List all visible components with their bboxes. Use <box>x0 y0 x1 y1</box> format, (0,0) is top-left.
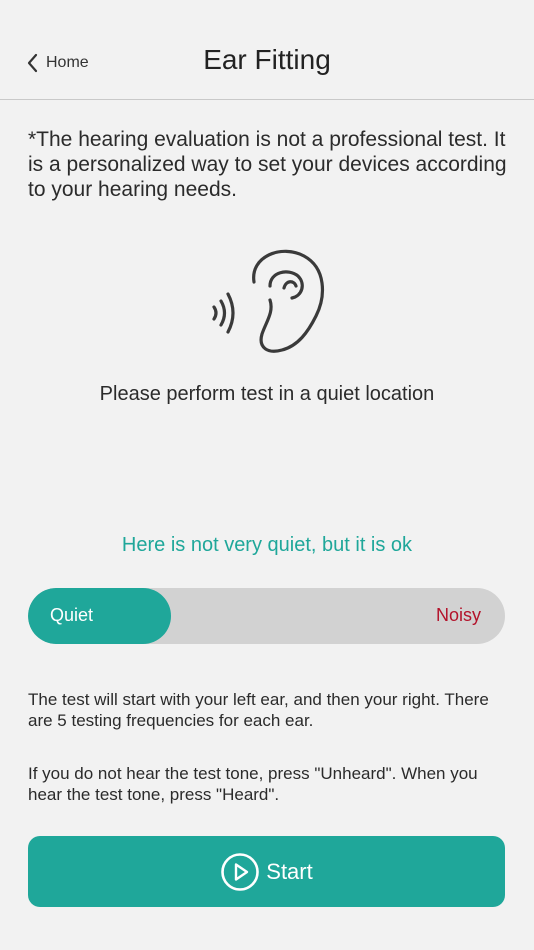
header-bar: Home Ear Fitting <box>0 0 534 100</box>
start-label: Start <box>266 858 313 884</box>
noise-status-text: Here is not very quiet, but it is ok <box>121 534 413 556</box>
ear-with-sound-waves-icon <box>206 244 328 356</box>
test-tone-instructions: If you do not hear the test tone, press … <box>28 764 478 804</box>
play-circle-icon <box>220 852 260 892</box>
page-title: Ear Fitting <box>203 44 331 75</box>
noisy-label: Noisy <box>435 605 481 625</box>
start-button[interactable]: Start <box>28 836 505 907</box>
noise-level-meter: Quiet Noisy <box>28 588 505 644</box>
test-order-info: The test will start with your left ear, … <box>28 690 489 730</box>
disclaimer-text: *The hearing evaluation is not a profess… <box>28 128 507 201</box>
quiet-label: Quiet <box>50 605 94 625</box>
quiet-location-instruction: Please perform test in a quiet location <box>99 383 435 405</box>
